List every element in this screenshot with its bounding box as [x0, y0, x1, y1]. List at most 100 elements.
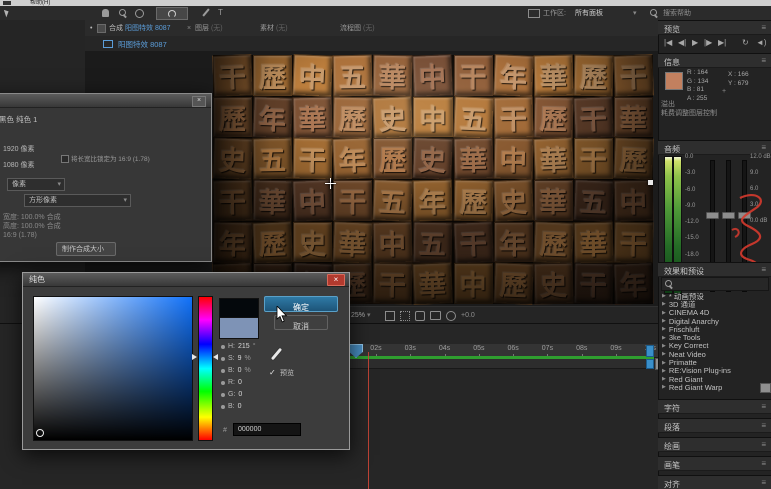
effects-scrollbar-grip[interactable]	[760, 383, 771, 393]
hand-tool-icon[interactable]	[102, 9, 109, 17]
close-icon[interactable]: ×	[192, 96, 206, 107]
solid-width-value[interactable]: 1920 像素	[3, 146, 35, 154]
info-panel-header[interactable]: 信息 ≡	[658, 53, 771, 68]
expand-triangle-icon[interactable]: ▶	[662, 318, 666, 324]
effects-search-box[interactable]	[661, 277, 769, 291]
preview-checkbox-label[interactable]: 预览	[280, 370, 294, 378]
hue-slider-marker-right[interactable]	[213, 354, 218, 360]
color-value-row[interactable]: B: 0 %	[221, 367, 256, 374]
next-frame-button[interactable]: |▶	[704, 38, 712, 47]
last-frame-button[interactable]: ▶|	[718, 38, 726, 47]
audio-panel-header[interactable]: 音频 ≡	[658, 140, 771, 155]
preview-panel-header[interactable]: 预览 ≡	[658, 20, 771, 35]
exposure-control[interactable]: +0.0	[461, 312, 475, 320]
preview-check-icon[interactable]: ✓	[269, 369, 276, 378]
prev-frame-button[interactable]: ◀|	[678, 38, 686, 47]
color-value-row[interactable]: B: 0	[221, 403, 256, 410]
first-frame-button[interactable]: |◀	[664, 38, 672, 47]
orbit-tool-icon[interactable]	[135, 9, 144, 18]
radio-dot[interactable]	[221, 381, 225, 385]
expand-triangle-icon[interactable]: ▶	[662, 335, 666, 341]
expand-triangle-icon[interactable]: ▶	[662, 360, 666, 366]
effects-panel-header[interactable]: 效果和预设 ≡	[658, 262, 771, 277]
expand-triangle-icon[interactable]: ▶	[662, 368, 666, 374]
color-value-row[interactable]: R: 0	[221, 379, 256, 386]
eyedropper-icon[interactable]	[271, 348, 282, 361]
work-area-end-handle[interactable]	[646, 359, 654, 369]
pen-tool-icon[interactable]	[202, 8, 209, 16]
paint-panel-header[interactable]: 绘画 ≡	[658, 437, 771, 452]
units-dropdown[interactable]: 像素 ▾	[7, 178, 65, 191]
color-value-row[interactable]: G: 0	[221, 391, 256, 398]
paint-panel-menu-icon[interactable]: ≡	[761, 440, 766, 449]
type-tool-icon[interactable]: T	[218, 9, 223, 18]
hue-slider-marker-left[interactable]	[192, 354, 197, 360]
effects-list-item[interactable]: ▶ Red Giant Warp	[658, 383, 768, 391]
make-comp-size-button[interactable]: 制作合成大小	[56, 242, 116, 256]
zoom-tool-icon[interactable]	[119, 9, 126, 16]
brushes-panel-header[interactable]: 画笔 ≡	[658, 456, 771, 471]
expand-triangle-icon[interactable]: ▶	[662, 293, 666, 299]
color-picker-title-bar[interactable]: 纯色 ×	[23, 273, 349, 287]
tab-flowchart[interactable]: 流程图 (无)	[340, 25, 375, 33]
close-icon[interactable]: ×	[327, 274, 345, 286]
info-panel-menu-icon[interactable]: ≡	[761, 56, 766, 65]
lock-aspect-checkbox[interactable]	[61, 155, 69, 163]
selected-tool-box[interactable]	[156, 7, 188, 20]
tab-layer[interactable]: 图层 (无)	[190, 25, 223, 33]
resolution-icon[interactable]	[446, 311, 456, 321]
radio-dot[interactable]	[221, 357, 225, 361]
camera-icon[interactable]	[430, 311, 441, 320]
expand-triangle-icon[interactable]: ▶	[662, 326, 666, 332]
layer-handle-right[interactable]	[648, 180, 653, 185]
effects-panel-menu-icon[interactable]: ≡	[761, 265, 766, 274]
loop-icon[interactable]: ↻	[742, 38, 749, 47]
expand-triangle-icon[interactable]: ▶	[662, 376, 666, 382]
color-field[interactable]	[33, 296, 193, 441]
color-value-row[interactable]: S: 9 %	[221, 355, 256, 362]
radio-dot[interactable]	[221, 393, 225, 397]
solid-name-value[interactable]: 黑色 纯色 1	[0, 116, 37, 124]
color-field-cursor[interactable]	[36, 429, 44, 437]
region-of-interest-icon[interactable]	[415, 311, 425, 321]
paragraph-panel-header[interactable]: 段落 ≡	[658, 418, 771, 433]
pixel-aspect-dropdown[interactable]: 方形像素 ▾	[24, 194, 131, 207]
expand-triangle-icon[interactable]: ▶	[662, 310, 666, 316]
character-panel-menu-icon[interactable]: ≡	[761, 402, 766, 411]
layer-anchor-point[interactable]	[325, 178, 336, 189]
audio-panel-menu-icon[interactable]: ≡	[761, 143, 766, 152]
work-area-end-marker[interactable]	[646, 345, 654, 357]
align-panel-menu-icon[interactable]: ≡	[761, 478, 766, 487]
magnification-dropdown[interactable]: 25% ▾	[351, 312, 370, 320]
speaker-icon[interactable]: ◄)	[756, 38, 767, 47]
solid-height-value[interactable]: 1080 像素	[3, 162, 35, 170]
radio-dot[interactable]	[221, 369, 225, 373]
grid-guides-icon[interactable]	[385, 311, 395, 321]
expand-triangle-icon[interactable]: ▶	[662, 301, 666, 307]
align-panel-header[interactable]: 对齐 ≡	[658, 475, 771, 489]
radio-dot[interactable]	[221, 345, 225, 349]
character-panel-header[interactable]: 字符 ≡	[658, 399, 771, 414]
radio-dot[interactable]	[221, 405, 225, 409]
workspace-value[interactable]: 所有面板	[575, 10, 603, 18]
expand-triangle-icon[interactable]: ▶	[662, 384, 666, 390]
preview-panel-menu-icon[interactable]: ≡	[761, 23, 766, 32]
comp-tab-name[interactable]: 阳图特效 8087	[125, 25, 171, 33]
expand-triangle-icon[interactable]: ▶	[662, 343, 666, 349]
navigator-comp-name[interactable]: 阳图特效 8087	[118, 41, 167, 49]
current-time-indicator-line[interactable]	[368, 352, 369, 489]
solid-settings-title-bar[interactable]: ×	[0, 94, 211, 108]
paragraph-panel-menu-icon[interactable]: ≡	[761, 421, 766, 430]
expand-triangle-icon[interactable]: ▶	[662, 351, 666, 357]
workspace-dropdown-arrow[interactable]: ▾	[633, 10, 637, 18]
play-button[interactable]: ▶	[692, 38, 698, 47]
comp-tab-kind[interactable]: 合成	[109, 25, 123, 33]
color-value-row[interactable]: H: 215 °	[221, 343, 256, 350]
hex-input[interactable]: 000000	[233, 423, 301, 436]
ruler-icon[interactable]	[400, 311, 410, 321]
search-help-input[interactable]: 搜索帮助	[663, 10, 691, 18]
hue-slider[interactable]	[198, 296, 213, 441]
tab-footage[interactable]: 素材 (无)	[260, 25, 288, 33]
audio-slider-knob-left[interactable]	[706, 212, 719, 219]
brushes-panel-menu-icon[interactable]: ≡	[761, 459, 766, 468]
